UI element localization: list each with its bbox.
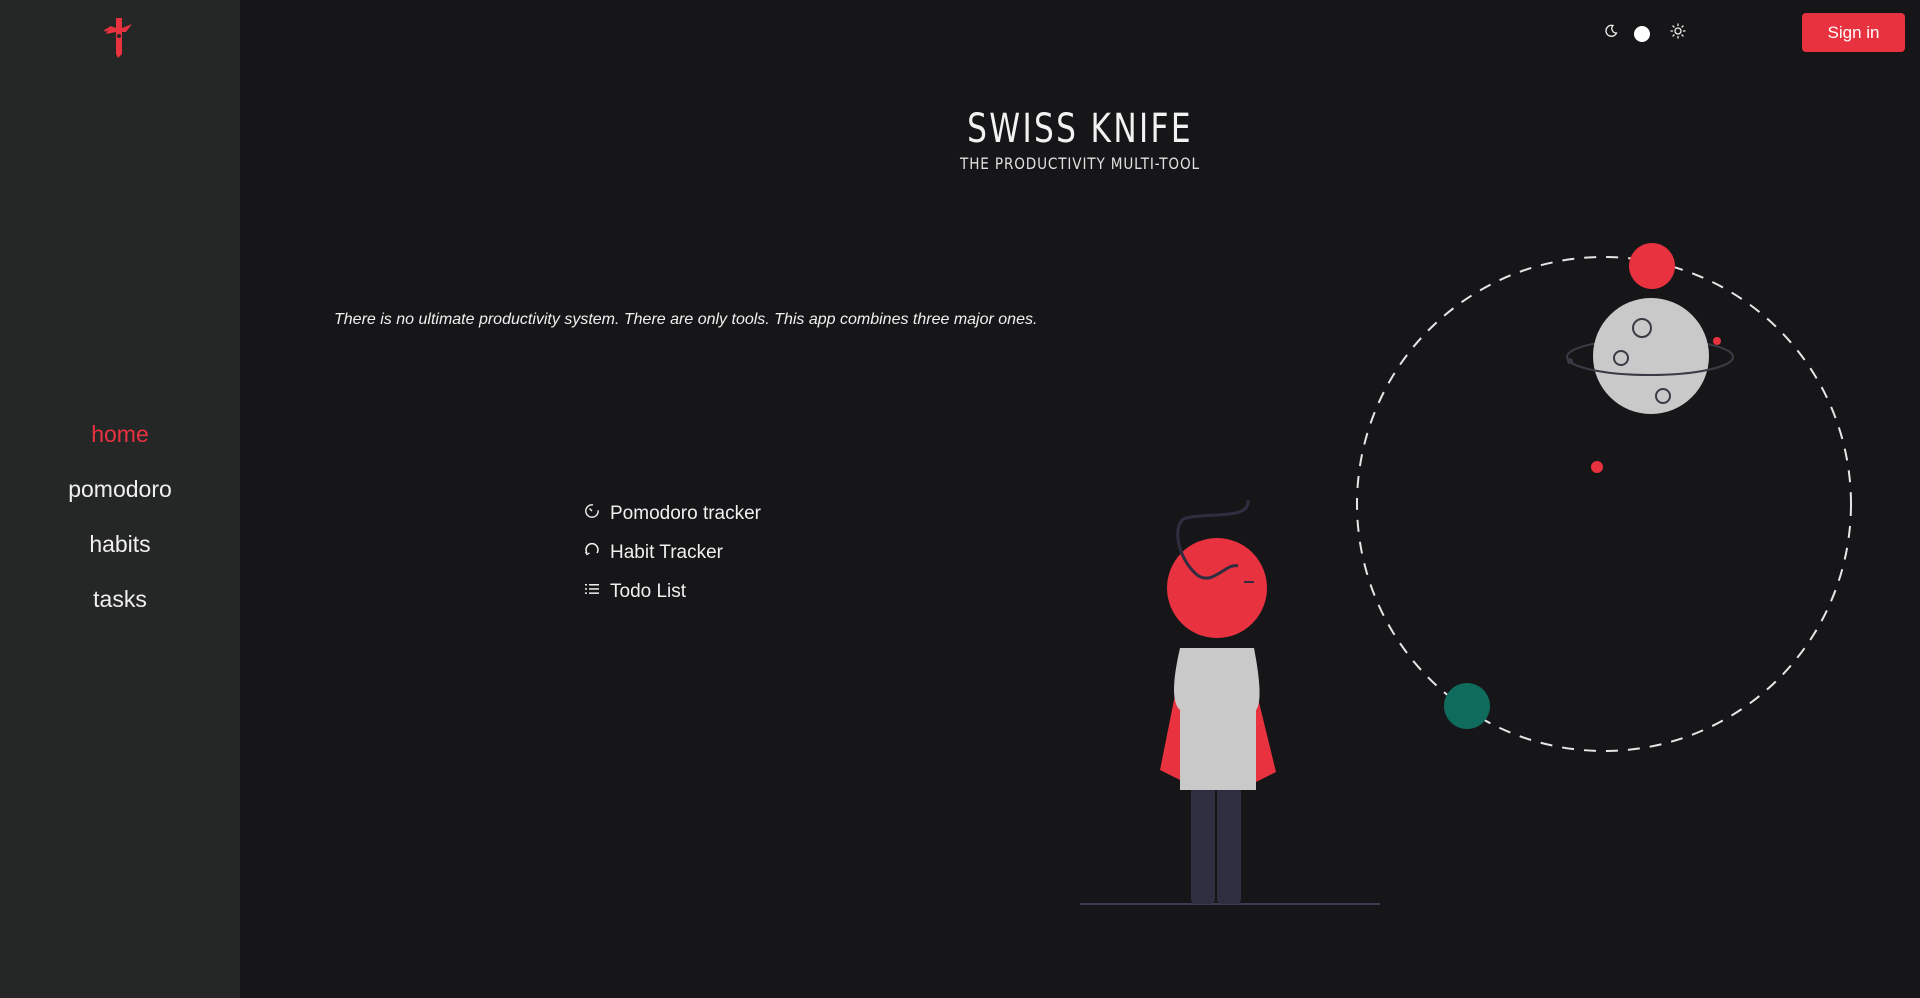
list-icon [584, 581, 610, 603]
theme-toggle[interactable] [1604, 23, 1686, 44]
sidebar-item-tasks[interactable]: tasks [93, 581, 147, 636]
page-title: SWISS KNIFE [967, 106, 1193, 152]
feature-item-todo: Todo List [584, 572, 761, 611]
feature-item-pomodoro: Pomodoro tracker [584, 494, 761, 533]
feature-label: Habit Tracker [610, 541, 723, 563]
feature-item-habits: Habit Tracker [584, 533, 761, 572]
teal-planet [1444, 683, 1490, 729]
theme-toggle-switch[interactable] [1624, 25, 1650, 42]
sidebar-item-pomodoro[interactable]: pomodoro [68, 471, 172, 526]
feature-label: Pomodoro tracker [610, 502, 762, 524]
sidebar: home pomodoro habits tasks [0, 0, 240, 998]
person-figure [1160, 499, 1276, 904]
red-planet [1629, 243, 1675, 289]
sidebar-item-habits[interactable]: habits [89, 526, 150, 581]
page-subtitle: THE PRODUCTIVITY MULTI-TOOL [960, 154, 1200, 173]
moon-icon [1604, 24, 1618, 43]
space-illustration [1075, 240, 1875, 925]
hero: SWISS KNIFE THE PRODUCTIVITY MULTI-TOOL [880, 106, 1280, 173]
sidebar-item-home[interactable]: home [91, 416, 149, 471]
timer-icon [584, 503, 610, 525]
tagline: There is no ultimate productivity system… [334, 311, 1038, 328]
swiss-knife-logo-icon[interactable] [96, 14, 140, 58]
moon [1593, 298, 1709, 414]
refresh-icon [584, 542, 610, 564]
sidebar-nav: home pomodoro habits tasks [0, 416, 240, 636]
sun-icon [1670, 23, 1686, 44]
feature-label: Todo List [610, 580, 687, 602]
feature-list: Pomodoro tracker Habit Tracker Todo List [584, 494, 761, 611]
toggle-knob [1634, 25, 1650, 42]
sign-in-button[interactable]: Sign in [1802, 13, 1905, 52]
